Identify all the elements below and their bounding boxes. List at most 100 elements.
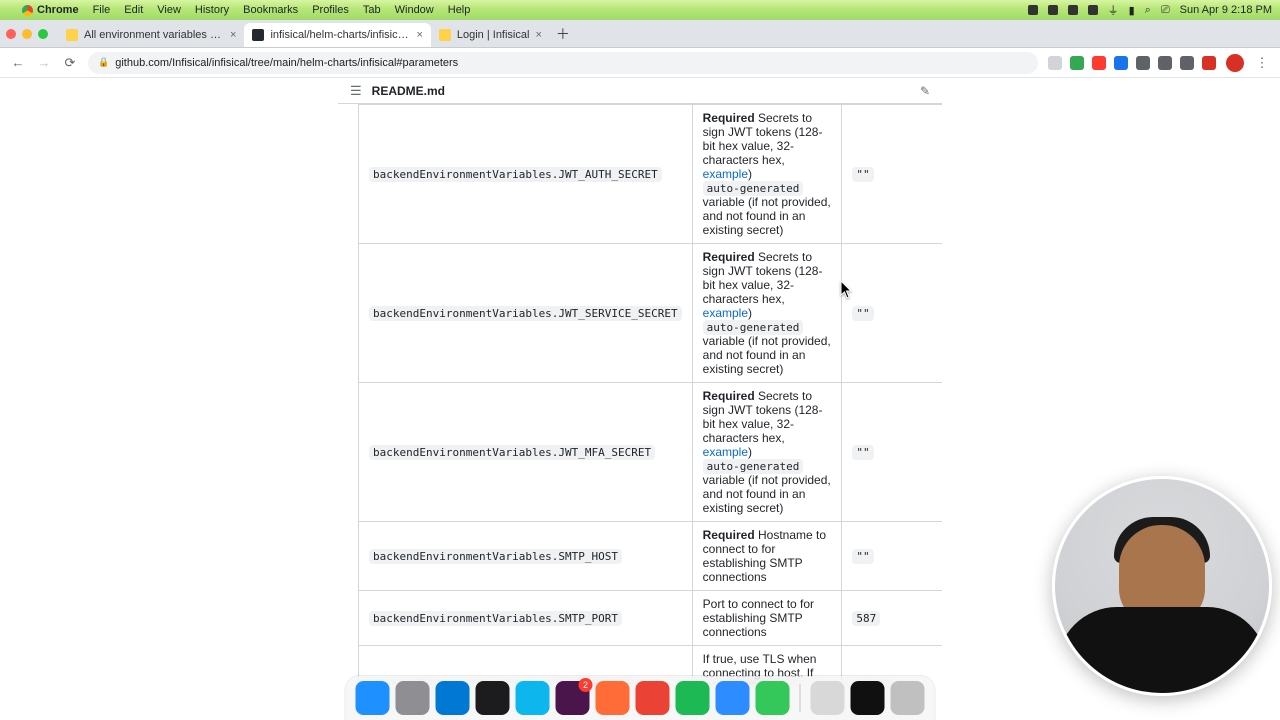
param-name: backendEnvironmentVariables.JWT_MFA_SECR… [369,445,655,460]
menu-window[interactable]: Window [395,4,434,16]
url-text: github.com/Infisical/infisical/tree/main… [115,57,458,69]
chrome-toolbar: ← → ⟳ 🔒 github.com/Infisical/infisical/t… [0,48,1280,78]
window-controls [6,29,48,39]
readme-header-bar: ☰ README.md ✎ [338,78,942,104]
env-vars-table: backendEnvironmentVariables.JWT_AUTH_SEC… [358,104,942,684]
extensions-area [1048,56,1216,70]
required-label: Required [703,250,755,264]
outline-toggle-icon[interactable]: ☰ [350,83,362,99]
dock-app-launchpad[interactable] [396,681,430,715]
menu-help[interactable]: Help [448,4,471,16]
required-label: Required [703,528,755,542]
status-icon[interactable] [1028,5,1038,15]
menu-profiles[interactable]: Profiles [312,4,349,16]
lock-icon: 🔒 [98,57,109,68]
macos-menubar: Chrome File Edit View History Bookmarks … [0,0,1280,20]
window-maximize-button[interactable] [38,29,48,39]
dock-app-chrome[interactable] [636,681,670,715]
wifi-icon[interactable]: ⏚ [1108,2,1119,18]
presenter-webcam-overlay [1052,476,1272,696]
dock-app-zoom[interactable] [716,681,750,715]
status-icon[interactable] [1068,5,1078,15]
table-row: backendEnvironmentVariables.JWT_SERVICE_… [359,244,943,383]
browser-tab[interactable]: infisical/helm-charts/infisical … × [244,23,430,47]
chrome-tab-strip: All environment variables - Infi…×infisi… [0,20,1280,48]
auto-generated-badge: auto-generated [703,459,804,474]
dock-app-slack[interactable]: 2 [556,681,590,715]
close-tab-button[interactable]: × [416,29,422,41]
dock-app-spotify[interactable] [676,681,710,715]
macos-dock: 2 [346,676,935,720]
param-name: backendEnvironmentVariables.JWT_SERVICE_… [369,306,682,321]
tab-title: All environment variables - Infi… [84,29,224,41]
dock-app-docker[interactable] [516,681,550,715]
menubar-left: Chrome File Edit View History Bookmarks … [8,4,470,16]
menu-view[interactable]: View [157,4,181,16]
new-tab-button[interactable]: ＋ [550,24,576,44]
readme-filename: README.md [372,84,445,98]
dock-app-postman[interactable] [596,681,630,715]
search-icon[interactable]: ⌕ [1145,4,1151,17]
browser-tab[interactable]: Login | Infisical× [431,23,550,47]
tab-favicon [66,29,78,41]
clock[interactable]: Sun Apr 9 2:18 PM [1180,4,1272,16]
dock-app-notes[interactable] [756,681,790,715]
dock-app-finder[interactable] [356,681,390,715]
window-close-button[interactable] [6,29,16,39]
table-row: backendEnvironmentVariables.SMTP_PORTPor… [359,591,943,646]
menubar-right: ⏚ ▮ ⌕ ⎚ Sun Apr 9 2:18 PM [1028,2,1272,18]
extension-icon[interactable] [1092,56,1106,70]
dock-app-trash[interactable] [891,681,925,715]
badge: 2 [579,678,593,692]
forward-button[interactable]: → [36,55,52,70]
extension-icon[interactable] [1070,56,1084,70]
table-row: backendEnvironmentVariables.JWT_MFA_SECR… [359,383,943,522]
param-value: "" [852,306,873,321]
close-tab-button[interactable]: × [230,29,236,41]
auto-generated-badge: auto-generated [703,320,804,335]
param-value: 587 [852,611,880,626]
extension-icon[interactable] [1048,56,1062,70]
param-name: backendEnvironmentVariables.JWT_AUTH_SEC… [369,167,662,182]
extension-icon[interactable] [1202,56,1216,70]
param-name: backendEnvironmentVariables.SMTP_HOST [369,549,622,564]
battery-icon[interactable]: ▮ [1129,4,1135,17]
status-icon[interactable] [1088,5,1098,15]
menu-history[interactable]: History [195,4,229,16]
table-row: backendEnvironmentVariables.JWT_AUTH_SEC… [359,105,943,244]
edit-file-button[interactable]: ✎ [920,84,930,98]
param-value: "" [852,445,873,460]
control-center-icon[interactable]: ⎚ [1161,4,1170,17]
dock-app-iterm[interactable] [851,681,885,715]
extension-icon[interactable] [1180,56,1194,70]
profile-avatar[interactable] [1226,54,1244,72]
table-row: backendEnvironmentVariables.SMTP_HOST Req… [359,522,943,591]
address-bar[interactable]: 🔒 github.com/Infisical/infisical/tree/ma… [88,52,1038,74]
menu-file[interactable]: File [93,4,111,16]
back-button[interactable]: ← [10,55,26,70]
chrome-menu-button[interactable]: ⋮ [1254,55,1270,71]
window-minimize-button[interactable] [22,29,32,39]
extension-icon[interactable] [1114,56,1128,70]
description-link[interactable]: example [703,167,748,181]
tab-title: infisical/helm-charts/infisical … [270,29,410,41]
status-icon[interactable] [1048,5,1058,15]
dock-app-preview[interactable] [811,681,845,715]
required-label: Required [703,389,755,403]
extension-icon[interactable] [1136,56,1150,70]
description-link[interactable]: example [703,445,748,459]
app-name[interactable]: Chrome [22,4,79,16]
description-link[interactable]: example [703,306,748,320]
param-name: backendEnvironmentVariables.SMTP_PORT [369,611,622,626]
extension-icon[interactable] [1158,56,1172,70]
menu-edit[interactable]: Edit [124,4,143,16]
readme-body[interactable]: backendEnvironmentVariables.JWT_AUTH_SEC… [338,104,942,684]
menu-tab[interactable]: Tab [363,4,381,16]
tab-favicon [439,29,451,41]
menu-bookmarks[interactable]: Bookmarks [243,4,298,16]
dock-app-vscode[interactable] [436,681,470,715]
close-tab-button[interactable]: × [535,29,541,41]
reload-button[interactable]: ⟳ [62,55,78,71]
browser-tab[interactable]: All environment variables - Infi… × [58,23,244,47]
dock-app-terminal[interactable] [476,681,510,715]
